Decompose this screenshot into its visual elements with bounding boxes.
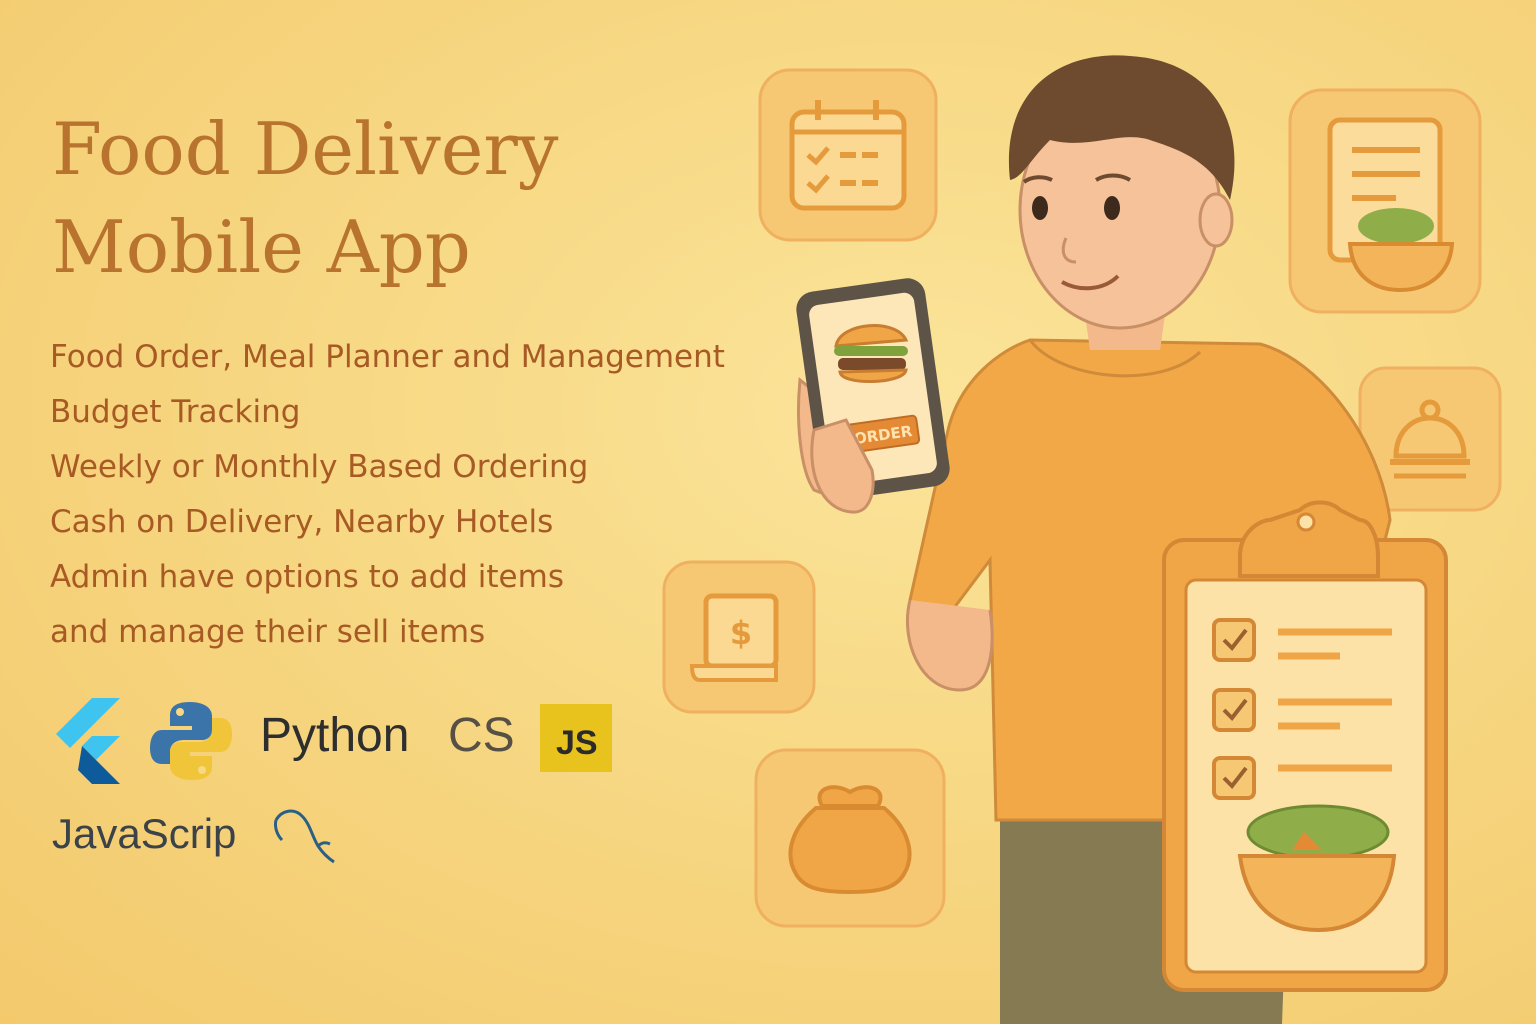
bill-dollar-icon: $ bbox=[662, 560, 816, 714]
clipboard-checklist-icon bbox=[1162, 500, 1448, 992]
burger-icon bbox=[834, 324, 909, 383]
illustration: $ ORDER bbox=[662, 55, 1502, 1024]
svg-text:$: $ bbox=[730, 614, 752, 652]
calendar-checklist-icon bbox=[758, 68, 938, 242]
menu-salad-icon bbox=[1288, 88, 1482, 314]
smartphone: ORDER bbox=[796, 278, 950, 514]
money-bag-icon bbox=[754, 748, 946, 928]
